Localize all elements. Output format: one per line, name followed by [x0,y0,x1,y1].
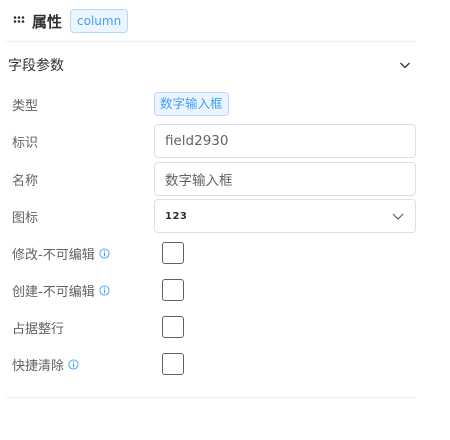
icon-select-value: 123 [165,210,188,222]
component-type-tag: column [70,9,129,33]
row-full-row: 占据整行 [12,310,416,344]
section-header-field-params[interactable]: 字段参数 [8,54,412,76]
info-icon[interactable] [99,247,110,259]
row-create-readonly: 创建-不可编辑 [12,273,416,307]
drag-grip-icon[interactable] [13,15,25,27]
quick-clear-checkbox[interactable] [162,353,184,375]
name-label: 名称 [12,173,39,189]
icon-select[interactable]: 123 [154,199,416,233]
footer-divider [6,397,416,398]
panel-header: 属性 column [13,7,129,35]
row-quick-clear: 快捷清除 [12,347,416,381]
info-icon[interactable] [99,284,110,296]
create-readonly-label-wrap: 创建-不可编辑 [12,281,154,300]
info-icon[interactable] [68,358,79,370]
quick-clear-label-wrap: 快捷清除 [12,355,154,374]
chevron-down-icon[interactable] [398,58,412,72]
edit-readonly-label-wrap: 修改-不可编辑 [12,244,154,263]
quick-clear-label: 快捷清除 [12,358,65,374]
panel-title: 属性 [32,12,63,31]
create-readonly-label: 创建-不可编辑 [12,284,95,300]
name-input[interactable]: 数字输入框 [154,162,416,196]
type-label: 类型 [12,98,39,114]
edit-readonly-checkbox[interactable] [162,242,184,264]
identifier-input[interactable]: field2930 [154,124,416,158]
row-type: 类型 数字输入框 [12,87,416,121]
row-identifier: 标识 field2930 [12,124,416,158]
header-divider [6,41,416,42]
row-icon: 图标 123 [12,199,416,233]
edit-readonly-label: 修改-不可编辑 [12,247,95,263]
type-value-tag: 数字输入框 [154,92,229,116]
create-readonly-checkbox[interactable] [162,279,184,301]
chevron-down-icon [392,213,404,220]
section-title: 字段参数 [8,58,64,74]
identifier-label: 标识 [12,135,39,151]
row-edit-readonly: 修改-不可编辑 [12,236,416,270]
icon-label: 图标 [12,210,39,226]
full-row-checkbox[interactable] [162,316,184,338]
row-name: 名称 数字输入框 [12,162,416,196]
full-row-label: 占据整行 [12,321,65,337]
